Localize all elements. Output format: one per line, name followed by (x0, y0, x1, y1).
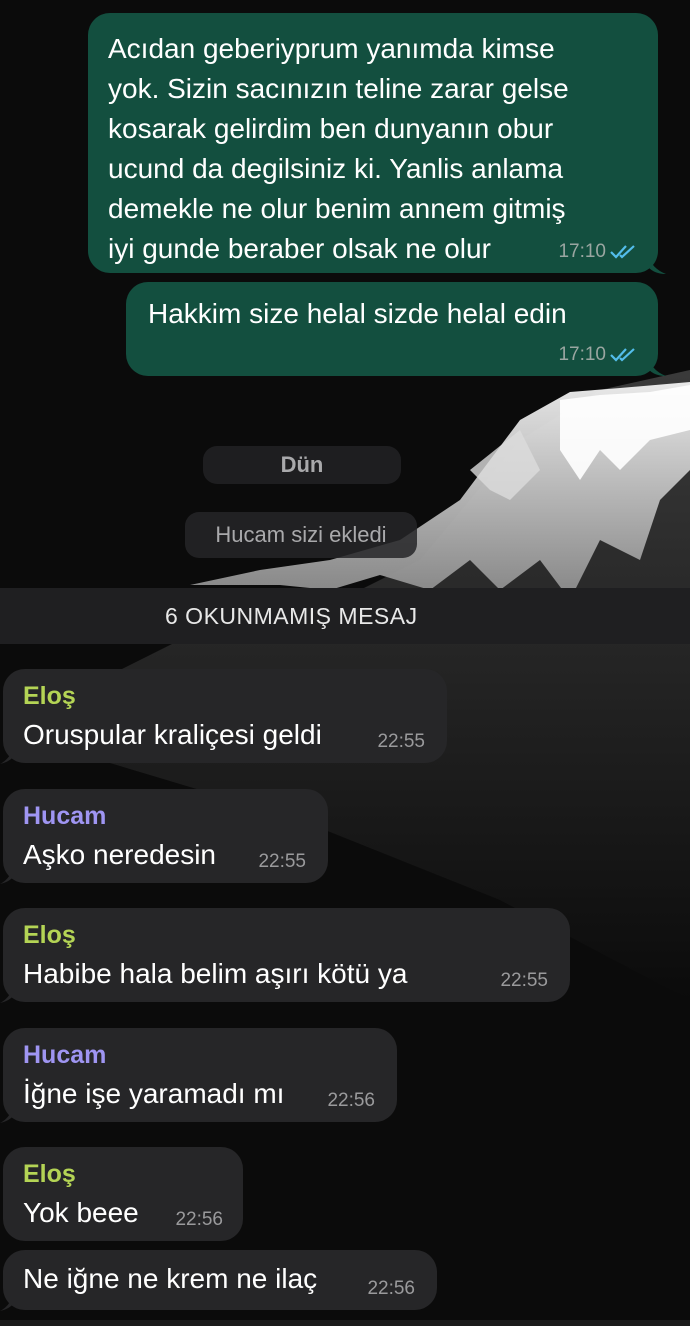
bottom-edge (0, 1320, 690, 1326)
sender-name: Hucam (23, 802, 107, 830)
unread-banner-label: 6 OKUNMAMIŞ MESAJ (165, 603, 418, 629)
date-separator: Dün (203, 446, 401, 484)
sender-name: Eloş (23, 682, 76, 710)
message-text: Oruspular kraliçesi geldi (23, 719, 322, 750)
sender-name: Eloş (23, 1160, 76, 1188)
message-timestamp: 22:55 (258, 851, 306, 872)
read-receipt-icon (610, 348, 635, 362)
incoming-message[interactable]: Eloş Yok beee 22:56 (3, 1147, 243, 1241)
sender-name: Eloş (23, 921, 76, 949)
message-time: 17:10 (558, 344, 636, 366)
message-timestamp: 22:55 (500, 970, 548, 991)
incoming-message[interactable]: Eloş Habibe hala belim aşırı kötü ya 22:… (3, 908, 570, 1002)
message-text: Hakkim size helal sizde helal edin (148, 298, 567, 329)
incoming-message[interactable]: Hucam Aşko neredesin 22:55 (3, 789, 328, 883)
incoming-message[interactable]: Ne iğne ne krem ne ilaç 22:56 (3, 1250, 437, 1310)
date-separator-label: Dün (280, 452, 324, 477)
message-timestamp: 17:10 (558, 241, 606, 262)
message-timestamp: 17:10 (558, 344, 606, 365)
outgoing-message[interactable]: Hakkim size helal sizde helal edin 17:10 (126, 282, 658, 376)
message-timestamp: 22:56 (327, 1090, 375, 1111)
message-timestamp: 22:56 (367, 1278, 415, 1299)
message-timestamp: 22:55 (377, 731, 425, 752)
message-timestamp: 22:56 (175, 1209, 223, 1230)
unread-messages-banner: 6 OKUNMAMIŞ MESAJ (0, 588, 690, 644)
sender-name: Hucam (23, 1041, 107, 1069)
incoming-message[interactable]: Eloş Oruspular kraliçesi geldi 22:55 (3, 669, 447, 763)
system-message: Hucam sizi ekledi (185, 512, 417, 558)
message-text: Acıdan geberiyprum yanımda kimse yok. Si… (108, 33, 569, 264)
message-text: İğne işe yaramadı mı (23, 1078, 285, 1109)
message-text: Habibe hala belim aşırı kötü ya (23, 958, 408, 989)
system-message-text: Hucam sizi ekledi (215, 522, 387, 547)
read-receipt-icon (610, 245, 635, 259)
incoming-message[interactable]: Hucam İğne işe yaramadı mı 22:56 (3, 1028, 397, 1122)
outgoing-message[interactable]: Acıdan geberiyprum yanımda kimse yok. Si… (88, 13, 658, 273)
message-time: 17:10 (558, 241, 636, 263)
message-text: Ne iğne ne krem ne ilaç (23, 1263, 318, 1294)
